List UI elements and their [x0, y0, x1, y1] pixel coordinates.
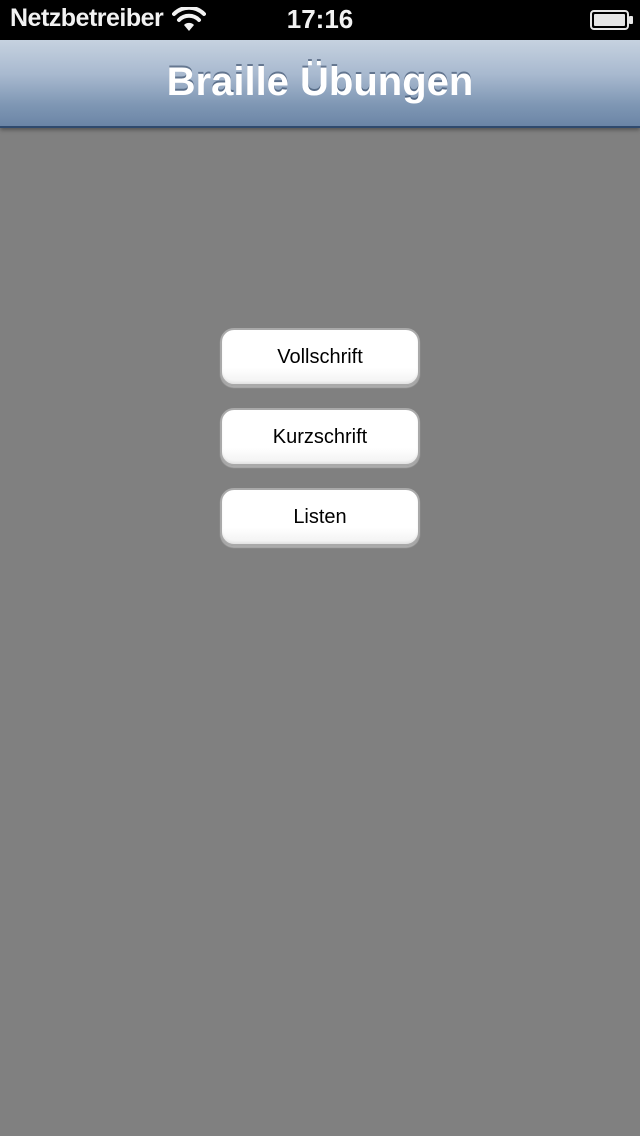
vollschrift-button[interactable]: Vollschrift: [220, 328, 420, 386]
kurzschrift-button[interactable]: Kurzschrift: [220, 408, 420, 466]
clock: 17:16: [286, 4, 354, 34]
battery-icon: [590, 10, 633, 30]
navigation-bar: Braille Übungen: [0, 40, 640, 128]
status-bar: Netzbetreiber 17:16: [0, 0, 640, 40]
page-title: Braille Übungen: [166, 60, 474, 104]
main-menu: Vollschrift Kurzschrift Listen: [220, 328, 420, 568]
listen-button[interactable]: Listen: [220, 488, 420, 546]
